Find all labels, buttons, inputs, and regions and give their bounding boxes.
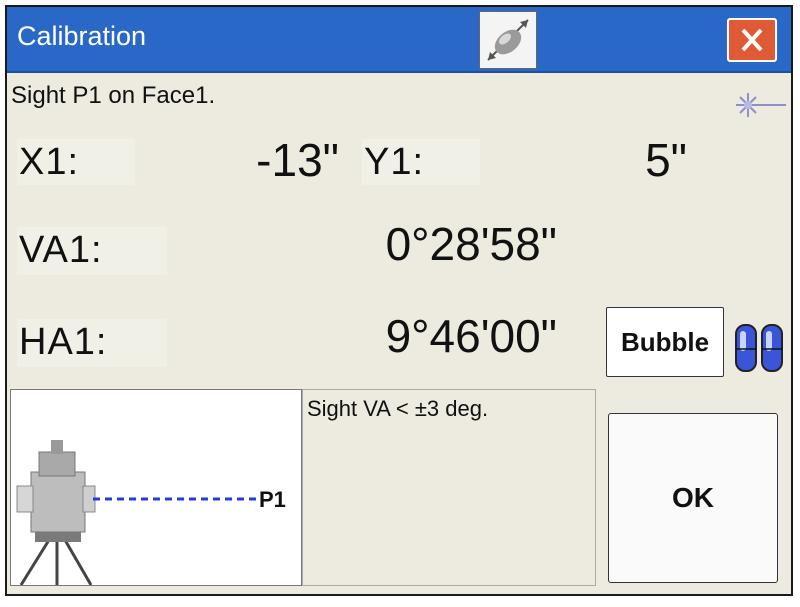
bubble-button[interactable]: Bubble [606, 307, 724, 377]
laser-icon[interactable] [732, 87, 786, 123]
ha1-value: 9°46'00" [385, 310, 557, 362]
window-title: Calibration [17, 21, 147, 51]
va1-value: 0°28'58" [385, 218, 557, 270]
y1-value: 5" [645, 134, 687, 186]
title-bar: Calibration [7, 7, 791, 73]
ok-button[interactable]: OK [608, 413, 778, 583]
sight-line [93, 497, 259, 501]
hint-text: Sight VA < ±3 deg. [307, 396, 489, 421]
instruction-text: Sight P1 on Face1. [11, 82, 216, 109]
sight-diagram: P1 [10, 389, 302, 586]
ha1-label: HA1: [19, 321, 108, 363]
close-icon [741, 28, 763, 52]
hint-panel: Sight VA < ±3 deg. [302, 389, 596, 586]
target-p1-label: P1 [259, 487, 286, 512]
x1-value: -13" [256, 134, 339, 186]
calibration-icon[interactable] [479, 11, 537, 69]
close-button[interactable] [727, 18, 777, 62]
y1-label: Y1: [364, 141, 425, 183]
x1-label: X1: [19, 141, 80, 183]
level-vial-icon[interactable] [732, 317, 790, 377]
va1-label: VA1: [19, 229, 103, 271]
calibration-window: Calibration Sight P1 on Face1. X1: -13" … [5, 5, 793, 596]
total-station-icon [16, 440, 96, 585]
